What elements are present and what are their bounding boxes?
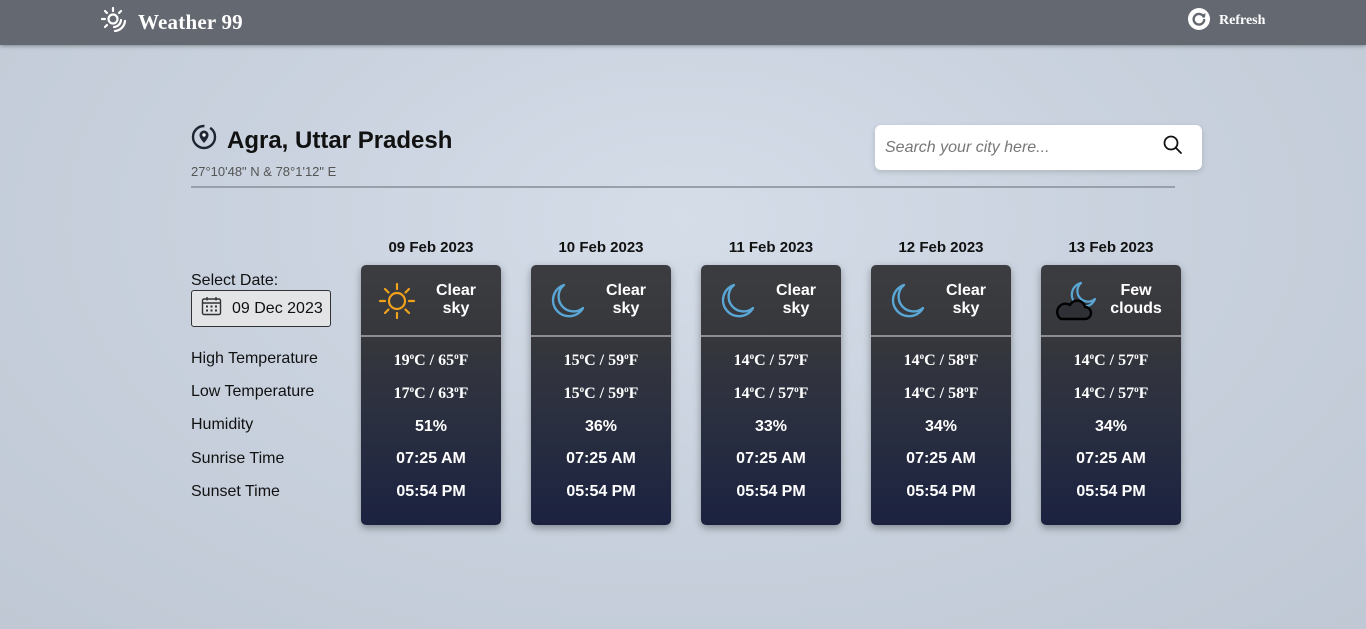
low-temperature-value: 14oC / 57oF — [733, 384, 809, 402]
card-divider — [871, 335, 1011, 337]
humidity-value: 33% — [754, 418, 788, 435]
card-divider — [531, 335, 671, 337]
forecast-card[interactable]: Clear sky 19oC / 65oF 17oC / 63oF 51% 07:25 … — [361, 265, 501, 525]
moon-icon — [885, 279, 929, 323]
high-temperature-value: 15oC / 59oF — [563, 351, 639, 369]
row-label-low-temperature: Low Temperature — [191, 383, 315, 400]
calendar-icon — [201, 296, 222, 321]
location-name: Agra, Uttar Pradesh — [227, 126, 453, 154]
weather-description: Clear sky — [605, 282, 647, 317]
location-pin-icon — [191, 124, 217, 157]
brand[interactable]: Weather 99 — [100, 6, 243, 38]
brand-name: Weather 99 — [138, 9, 243, 34]
header-divider — [191, 186, 1175, 188]
search-box — [875, 125, 1202, 170]
location-header: Agra, Uttar Pradesh — [191, 124, 452, 157]
date-value: 09 Dec 2023 — [232, 299, 323, 317]
location-coordinates: 27°10'48" N & 78°1'12" E — [191, 164, 337, 179]
forecast-date: 12 Feb 2023 — [898, 239, 984, 256]
high-temperature-value: 14oC / 57oF — [733, 351, 809, 369]
forecast-card[interactable]: Clear sky 14oC / 58oF 14oC / 58oF 34% 07:25 … — [871, 265, 1011, 525]
card-header: Clear sky — [361, 265, 501, 335]
high-temperature-value: 14oC / 57oF — [1073, 351, 1149, 369]
row-label-humidity: Humidity — [191, 416, 254, 433]
sunset-value: 05:54 PM — [736, 483, 806, 500]
sunrise-value: 07:25 AM — [906, 450, 976, 467]
card-divider — [701, 335, 841, 337]
card-header: Clear sky — [701, 265, 841, 335]
row-label-high-temperature: High Temperature — [191, 350, 318, 367]
forecast-card[interactable]: Clear sky 14oC / 57oF 14oC / 57oF 33% 07:25 … — [701, 265, 841, 525]
forecast-date: 11 Feb 2023 — [728, 239, 814, 256]
select-date-label: Select Date: — [191, 272, 279, 289]
search-input[interactable] — [885, 125, 1155, 170]
humidity-value: 51% — [414, 418, 448, 435]
weather-description: Clear sky — [945, 282, 987, 317]
weather-description: Clear sky — [775, 282, 817, 317]
card-header: Few clouds — [1041, 265, 1181, 335]
low-temperature-value: 14oC / 58oF — [903, 384, 979, 402]
high-temperature-value: 14oC / 58oF — [903, 351, 979, 369]
low-temperature-value: 14oC / 57oF — [1073, 384, 1149, 402]
sunset-value: 05:54 PM — [566, 483, 636, 500]
high-temperature-value: 19oC / 65oF — [393, 351, 469, 369]
sunset-value: 05:54 PM — [1076, 483, 1146, 500]
low-temperature-value: 15oC / 59oF — [563, 384, 639, 402]
card-header: Clear sky — [531, 265, 671, 335]
moon-icon — [715, 279, 759, 323]
card-divider — [361, 335, 501, 337]
forecast-date: 13 Feb 2023 — [1068, 239, 1154, 256]
sun-icon — [375, 279, 419, 323]
search-icon[interactable] — [1162, 134, 1184, 156]
moon-cloud-icon — [1055, 279, 1099, 323]
refresh-icon — [1188, 7, 1210, 35]
forecast-card[interactable]: Clear sky 15oC / 59oF 15oC / 59oF 36% 07:25 … — [531, 265, 671, 525]
weather-description: Clear sky — [435, 282, 477, 317]
card-divider — [1041, 335, 1181, 337]
humidity-value: 34% — [924, 418, 958, 435]
low-temperature-value: 17oC / 63oF — [393, 384, 469, 402]
weather-description: Few clouds — [1110, 282, 1162, 317]
refresh-button[interactable]: Refresh — [1188, 7, 1266, 35]
humidity-value: 34% — [1094, 418, 1128, 435]
humidity-value: 36% — [584, 418, 618, 435]
refresh-label: Refresh — [1219, 13, 1266, 28]
date-picker[interactable]: 09 Dec 2023 — [191, 290, 331, 327]
card-header: Clear sky — [871, 265, 1011, 335]
sunset-value: 05:54 PM — [396, 483, 466, 500]
row-label-sunrise-time: Sunrise Time — [191, 450, 285, 467]
forecast-date: 10 Feb 2023 — [558, 239, 644, 256]
sun-weather-logo-icon — [100, 6, 128, 39]
sunset-value: 05:54 PM — [906, 483, 976, 500]
sunrise-value: 07:25 AM — [566, 450, 636, 467]
forecast-card[interactable]: Few clouds 14oC / 57oF 14oC / 57oF 34% 07:25… — [1041, 265, 1181, 525]
row-label-sunset-time: Sunset Time — [191, 483, 280, 500]
top-bar: Weather 99 Refresh — [0, 0, 1366, 45]
forecast-date: 09 Feb 2023 — [388, 239, 474, 256]
moon-icon — [545, 279, 589, 323]
sunrise-value: 07:25 AM — [736, 450, 806, 467]
sunrise-value: 07:25 AM — [1076, 450, 1146, 467]
sunrise-value: 07:25 AM — [396, 450, 466, 467]
